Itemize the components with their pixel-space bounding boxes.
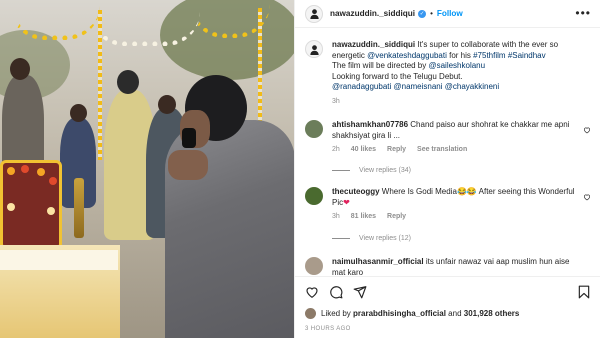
comment-heart-icon[interactable] (583, 193, 591, 201)
photo-flower-pole-right (258, 8, 262, 138)
comment-likes[interactable]: 81 likes (351, 213, 376, 220)
photo-garland-white (90, 12, 200, 46)
photo-person-head (10, 58, 30, 80)
view-replies-button[interactable]: View replies (12) (332, 235, 411, 242)
header-separator: • (430, 9, 433, 18)
comment-item: thecuteoggy Where Is Godi Media😂😂 After … (305, 187, 591, 220)
photo-shrine (0, 160, 62, 250)
follow-button[interactable]: Follow (437, 9, 463, 18)
view-replies-line (332, 170, 350, 171)
verified-icon: ✓ (418, 9, 427, 18)
bookmark-icon[interactable] (577, 285, 591, 299)
comment-body: naimulhasanmir_official its unfair nawaz… (332, 257, 582, 276)
commenter-avatar[interactable] (305, 257, 323, 275)
caption-line2: The film will be directed by (332, 61, 429, 70)
liked-by: Liked by prarabdhisingha_official and 30… (305, 308, 519, 319)
view-replies-line (332, 238, 350, 239)
comment-text: thecuteoggy Where Is Godi Media😂😂 After … (332, 187, 582, 208)
avatar-silhouette-icon (309, 44, 319, 55)
comment-time: 3h (332, 213, 340, 220)
post-header: nawazuddin._siddiqui ✓ • Follow ••• (295, 0, 600, 28)
comment-meta: 2h 40 likes Reply See translation (332, 146, 582, 153)
likes-count[interactable]: 301,928 others (464, 309, 520, 318)
comment-body: ahtishamkhan07786 Chand paiso aur shohra… (332, 120, 582, 153)
reply-button[interactable]: Reply (387, 146, 406, 153)
laughing-emoji-icon: 😂😂 (456, 187, 477, 196)
photo-flower-pole (98, 10, 102, 160)
comment-icon[interactable] (329, 285, 343, 299)
comment-content: Where Is Godi Media (379, 187, 457, 196)
post-timestamp: 3 HOURS AGO (305, 326, 351, 332)
comment-username[interactable]: thecuteoggy (332, 187, 380, 196)
photo-person-head (117, 70, 139, 94)
comment-item: naimulhasanmir_official its unfair nawaz… (305, 257, 591, 276)
reply-button[interactable]: Reply (387, 213, 406, 220)
view-replies-label: View replies (34) (359, 167, 412, 174)
commenter-avatar[interactable] (305, 187, 323, 205)
hashtag-link[interactable]: #Saindhav (508, 51, 546, 60)
comment-text: naimulhasanmir_official its unfair nawaz… (332, 257, 582, 276)
caption-avatar[interactable] (305, 40, 323, 58)
comment-username[interactable]: naimulhasanmir_official (332, 257, 424, 266)
caption-mentions[interactable]: @ranadaggubati @nameisnani @chayakkineni (332, 82, 499, 91)
mention-link[interactable]: @saileshkolanu (428, 61, 485, 70)
author-avatar[interactable] (305, 4, 323, 23)
comment-heart-icon[interactable] (583, 126, 591, 134)
liked-by-and: and (448, 309, 462, 318)
heart-icon[interactable] (305, 285, 319, 299)
comment-body: thecuteoggy Where Is Godi Media😂😂 After … (332, 187, 582, 220)
caption: nawazuddin._siddiqui It's super to colla… (305, 40, 591, 105)
comment-item: ahtishamkhan07786 Chand paiso aur shohra… (305, 120, 591, 153)
photo-person-head (158, 95, 176, 114)
see-translation-button[interactable]: See translation (417, 146, 467, 153)
comment-text: ahtishamkhan07786 Chand paiso aur shohra… (332, 120, 582, 141)
post-side-panel: nawazuddin._siddiqui ✓ • Follow ••• nawa… (294, 0, 600, 338)
red-heart-emoji-icon: ❤ (343, 197, 350, 207)
caption-meta: 3h (332, 98, 582, 105)
comments-list[interactable]: nawazuddin._siddiqui It's super to colla… (295, 29, 600, 276)
photo-actor-hands (168, 150, 208, 180)
caption-text: nawazuddin._siddiqui It's super to colla… (332, 40, 582, 93)
caption-username[interactable]: nawazuddin._siddiqui (332, 40, 415, 49)
photo-table-cloth (0, 250, 118, 270)
hashtag-link[interactable]: #75thfilm (473, 51, 505, 60)
comment-likes[interactable]: 40 likes (351, 146, 376, 153)
more-icon[interactable]: ••• (575, 7, 591, 19)
view-replies-button[interactable]: View replies (34) (332, 167, 411, 174)
comment-time: 2h (332, 146, 340, 153)
caption-line3: Looking forward to the Telugu Debut. (332, 71, 463, 81)
comment-username[interactable]: ahtishamkhan07786 (332, 120, 408, 129)
commenter-avatar[interactable] (305, 120, 323, 138)
liked-by-user[interactable]: prarabdhisingha_official (353, 309, 446, 318)
liked-by-prefix: Liked by (321, 309, 351, 318)
photo-brass-lamp (74, 178, 84, 238)
post-photo[interactable] (0, 0, 294, 338)
photo-person-head (70, 104, 87, 122)
comment-meta: 3h 81 likes Reply (332, 213, 582, 220)
avatar-silhouette-icon (309, 9, 319, 19)
caption-body: nawazuddin._siddiqui It's super to colla… (332, 40, 582, 105)
liker-avatar[interactable] (305, 308, 316, 319)
photo-microphone (182, 128, 196, 148)
action-bar: Liked by prarabdhisingha_official and 30… (295, 276, 600, 338)
caption-time: 3h (332, 97, 340, 105)
author-username[interactable]: nawazuddin._siddiqui (330, 9, 415, 18)
share-icon[interactable] (353, 285, 367, 299)
view-replies-label: View replies (12) (359, 235, 412, 242)
mention-link[interactable]: @venkateshdaggubati (367, 51, 447, 60)
caption-for-his: for his (446, 50, 474, 60)
